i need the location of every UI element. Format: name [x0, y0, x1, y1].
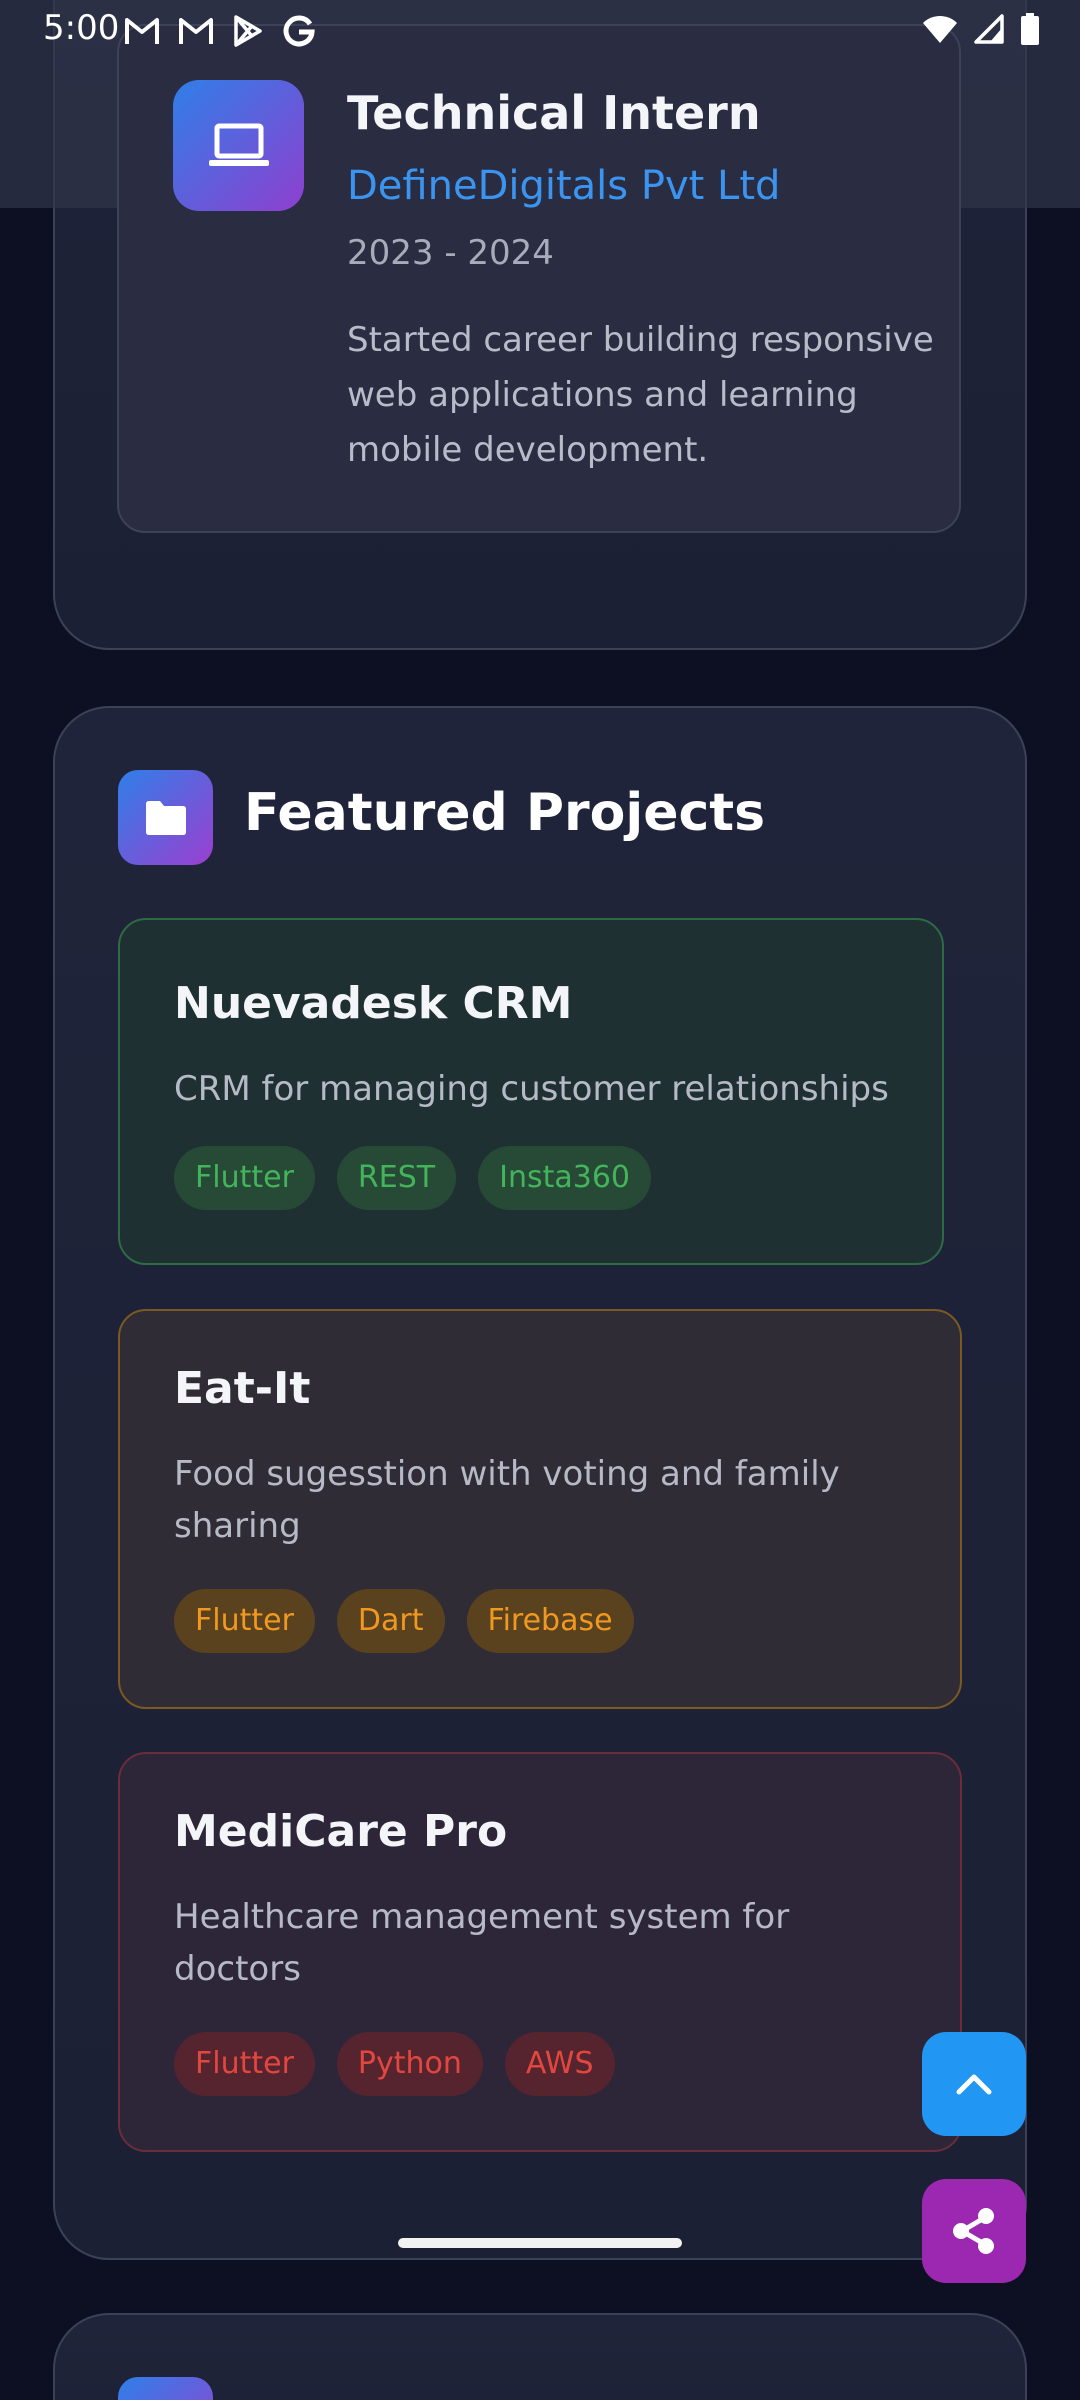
- tech-tag: Flutter: [174, 1589, 315, 1653]
- project-title: Eat-It: [174, 1363, 311, 1414]
- experience-years: 2023 - 2024: [347, 233, 554, 273]
- project-title: Nuevadesk CRM: [174, 978, 573, 1029]
- projects-heading: Featured Projects: [244, 783, 766, 843]
- share-button[interactable]: [922, 2179, 1026, 2283]
- signal-icon: [974, 14, 1004, 44]
- gesture-navigation-bar[interactable]: [398, 2238, 682, 2248]
- chevron-up-icon: [956, 2074, 992, 2095]
- experience-icon-tile: [173, 80, 304, 211]
- next-section-icon-tile: [118, 2377, 213, 2400]
- tech-tag: AWS: [504, 2032, 615, 2096]
- scroll-to-top-button[interactable]: [922, 2032, 1026, 2136]
- status-bar: 5:00: [0, 0, 1080, 62]
- project-card[interactable]: Eat-It Food sugesstion with voting and f…: [118, 1309, 962, 1709]
- projects-icon-tile: [118, 770, 213, 865]
- project-card[interactable]: MediCare Pro Healthcare management syste…: [118, 1752, 962, 2152]
- laptop-icon: [208, 123, 269, 166]
- project-card[interactable]: Nuevadesk CRM CRM for managing customer …: [118, 918, 944, 1265]
- wifi-icon: [923, 15, 957, 43]
- battery-icon: [1021, 13, 1039, 45]
- gmail-icon: [179, 18, 213, 44]
- project-description: Food sugesstion with voting and family s…: [174, 1454, 840, 1546]
- status-time: 5:00: [43, 8, 120, 48]
- play-store-icon: [234, 15, 262, 47]
- project-title: MediCare Pro: [174, 1806, 508, 1857]
- experience-description: Started career building responsive web a…: [347, 320, 934, 470]
- tech-tag: Python: [336, 2032, 483, 2096]
- tech-tag: Dart: [336, 1589, 445, 1653]
- project-description: Healthcare management system for doctors: [174, 1897, 790, 1989]
- gmail-icon: [125, 18, 159, 44]
- project-description: CRM for managing customer relationships: [174, 1069, 889, 1109]
- tech-tag: Flutter: [174, 1146, 315, 1210]
- project-tags: Flutter Dart Firebase: [174, 1589, 634, 1653]
- experience-company: DefineDigitals Pvt Ltd: [347, 163, 781, 209]
- project-tags: Flutter Python AWS: [174, 2032, 615, 2096]
- notification-icons: [124, 14, 316, 48]
- system-icons: [922, 13, 1040, 45]
- tech-tag: Firebase: [466, 1589, 634, 1653]
- google-icon: [283, 15, 315, 47]
- folder-icon: [145, 800, 186, 835]
- tech-tag: Insta360: [478, 1146, 651, 1210]
- experience-title: Technical Intern: [347, 86, 761, 140]
- tech-tag: Flutter: [174, 2032, 315, 2096]
- project-tags: Flutter REST Insta360: [174, 1146, 651, 1210]
- share-icon: [953, 2208, 994, 2254]
- tech-tag: REST: [336, 1146, 457, 1210]
